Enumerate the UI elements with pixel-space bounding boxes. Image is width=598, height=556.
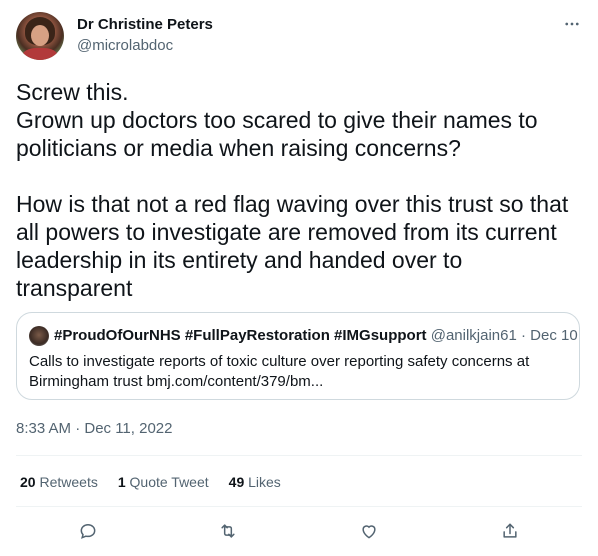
author-handle[interactable]: @microlabdoc bbox=[77, 37, 173, 54]
author-avatar[interactable] bbox=[16, 12, 64, 60]
retweets-count: 20 bbox=[20, 474, 36, 490]
quote-tweets-stat[interactable]: 1 Quote Tweet bbox=[118, 474, 209, 490]
author-display-name[interactable]: Dr Christine Peters bbox=[77, 16, 213, 33]
quoted-tweet-date: · Dec 10 bbox=[521, 327, 578, 344]
retweet-icon[interactable] bbox=[211, 515, 245, 547]
quoted-author-handle: @anilkjain61 bbox=[430, 327, 517, 344]
divider bbox=[16, 455, 582, 456]
share-icon[interactable] bbox=[493, 515, 527, 547]
reply-icon[interactable] bbox=[71, 515, 105, 547]
action-bar bbox=[16, 515, 582, 547]
likes-label: Likes bbox=[248, 474, 281, 490]
divider bbox=[16, 506, 582, 507]
quotes-count: 1 bbox=[117, 474, 126, 490]
quoted-tweet-header: #ProudOfOurNHS #FullPayRestoration #IMGs… bbox=[54, 327, 578, 344]
likes-stat[interactable]: 49 Likes bbox=[229, 474, 281, 490]
quoted-author-avatar bbox=[29, 326, 49, 346]
tweet: Dr Christine Peters @microlabdoc Screw t… bbox=[0, 0, 598, 556]
retweets-stat[interactable]: 20 Retweets bbox=[20, 474, 98, 490]
engagement-stats: 20 Retweets 1 Quote Tweet 49 Likes bbox=[20, 474, 281, 490]
quotes-label: Quote Tweet bbox=[129, 474, 209, 490]
retweets-label: Retweets bbox=[39, 474, 98, 490]
quoted-author-name: #ProudOfOurNHS #FullPayRestoration #IMGs… bbox=[54, 327, 427, 344]
quoted-tweet-text: Calls to investigate reports of toxic cu… bbox=[29, 353, 530, 390]
likes-count: 49 bbox=[228, 474, 245, 490]
tweet-timestamp[interactable]: 8:33 AM · Dec 11, 2022 bbox=[16, 420, 172, 437]
tweet-text: Screw this. Grown up doctors too scared … bbox=[16, 79, 569, 301]
quoted-tweet[interactable]: #ProudOfOurNHS #FullPayRestoration #IMGs… bbox=[16, 312, 580, 400]
more-icon[interactable] bbox=[560, 12, 584, 36]
like-icon[interactable] bbox=[352, 515, 386, 547]
